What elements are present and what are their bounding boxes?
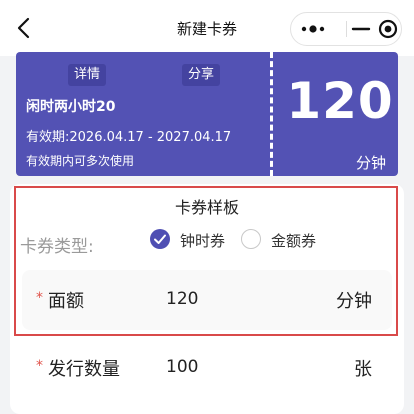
face-value-unit: 分钟: [336, 291, 372, 312]
coupon-type-option-time[interactable]: 钟时券: [150, 228, 232, 254]
section-title: 卡券样板: [174, 198, 239, 217]
face-value-input[interactable]: 120: [166, 289, 198, 309]
option-label: 金额券: [271, 232, 317, 250]
mini-program-capsule: [290, 12, 402, 46]
issue-quantity-unit: 张: [354, 359, 372, 380]
coupon-dashed-divider: [270, 52, 273, 176]
coupon-validity: 有效期:2026.04.17 - 2027.04.17: [26, 130, 232, 145]
more-button[interactable]: [291, 13, 335, 45]
close-button[interactable]: [375, 13, 403, 45]
radio-unchecked-icon: [241, 229, 261, 249]
more-dots-icon: [301, 25, 325, 33]
face-value-label: 面额: [48, 291, 84, 312]
coupon-value: 120: [286, 72, 394, 130]
coupon-detail-button[interactable]: 详情: [68, 64, 107, 86]
radio-checked-icon: [150, 229, 170, 249]
coupon-type-label: 卡券类型:: [20, 237, 94, 257]
coupon-name: 闲时两小时20: [26, 99, 116, 115]
coupon-card: 详情 分享 闲时两小时20 有效期:2026.04.17 - 2027.04.1…: [16, 52, 398, 176]
option-label: 钟时券: [180, 232, 226, 250]
minimize-icon: [351, 27, 371, 31]
issue-quantity-input[interactable]: 100: [166, 357, 198, 377]
required-mark: *: [36, 358, 43, 374]
face-value-row: * 面额 120 分钟: [22, 270, 392, 330]
coupon-unit: 分钟: [355, 154, 386, 172]
issue-quantity-label: 发行数量: [48, 359, 120, 380]
target-close-icon: [378, 19, 398, 39]
minimize-button[interactable]: [347, 13, 375, 45]
required-mark: *: [36, 290, 43, 306]
coupon-share-button[interactable]: 分享: [182, 64, 221, 86]
coupon-usage-note: 有效期内可多次使用: [26, 154, 135, 168]
navigation-bar: 新建卡券: [0, 0, 414, 56]
coupon-type-option-amount[interactable]: 金额券: [241, 228, 323, 254]
issue-quantity-row: * 发行数量 100 张: [22, 338, 392, 398]
